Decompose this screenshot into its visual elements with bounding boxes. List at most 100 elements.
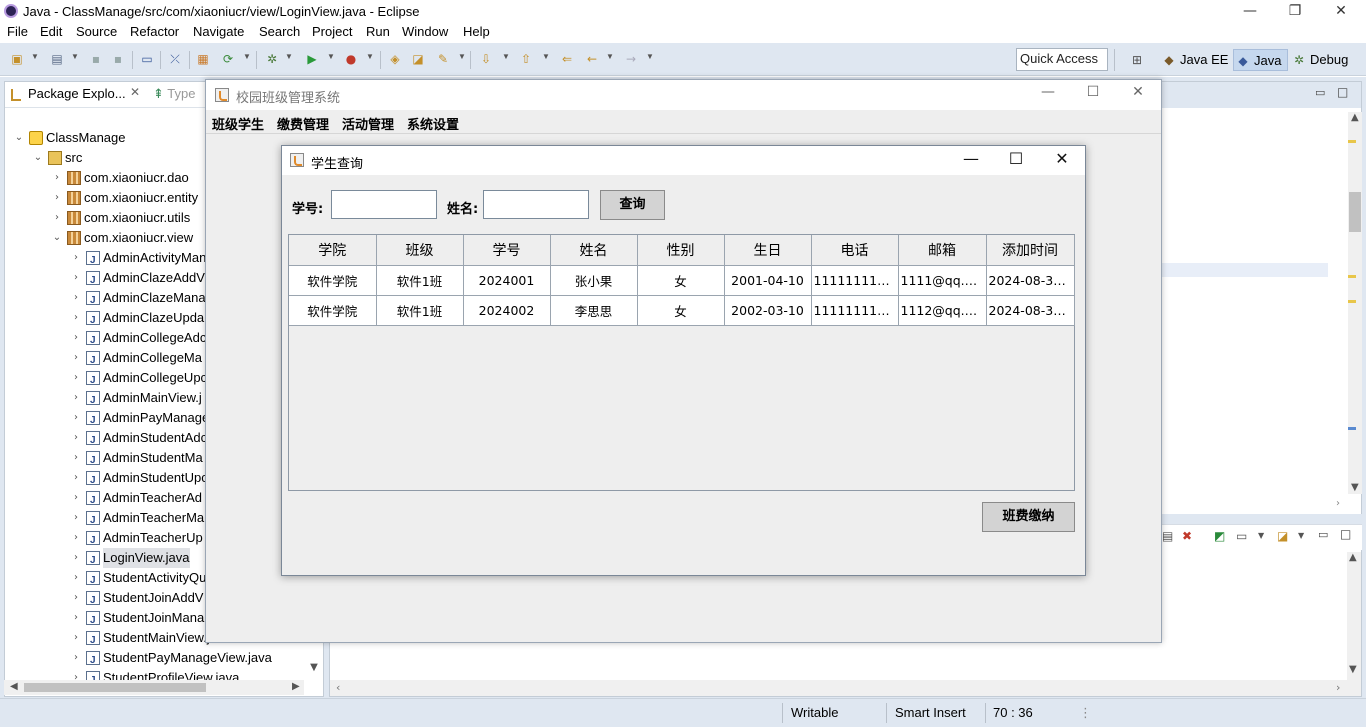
minimize-view-icon[interactable]: ▭	[1315, 86, 1325, 99]
prev-annotation-icon[interactable]: ⇧	[519, 52, 533, 66]
tab-type-hierarchy[interactable]: ⇞ Type	[153, 86, 195, 102]
expand-chevron-icon[interactable]: ›	[70, 368, 82, 388]
scroll-up-icon[interactable]: ▲	[1349, 552, 1357, 563]
scroll-right-icon[interactable]: ›	[1336, 498, 1340, 509]
expand-chevron-icon[interactable]: ›	[70, 388, 82, 408]
scroll-left-icon[interactable]: ◀	[10, 681, 18, 692]
maximize-view-icon[interactable]: □	[1337, 85, 1348, 99]
cell-student-no[interactable]: 2024002	[462, 294, 551, 326]
expand-chevron-icon[interactable]: ›	[70, 508, 82, 528]
scrollbar-thumb[interactable]	[1349, 192, 1361, 232]
expand-chevron-icon[interactable]: ›	[51, 168, 63, 188]
skip-breakpoints-icon[interactable]: ⤫	[168, 52, 182, 66]
expand-chevron-icon[interactable]: ›	[70, 608, 82, 628]
minimize-icon[interactable]: —	[1227, 0, 1273, 24]
chevron-down-icon[interactable]: ▼	[1258, 531, 1264, 540]
cell-phone[interactable]: 11111111111	[810, 264, 899, 296]
menu-window[interactable]: Window	[402, 24, 448, 39]
back-icon[interactable]: ←	[585, 52, 599, 66]
display-console-icon[interactable]: ▭	[1236, 529, 1247, 543]
chevron-down-icon[interactable]: ▼	[327, 52, 335, 61]
column-header-student-no[interactable]: 学号	[462, 235, 551, 266]
expand-chevron-icon[interactable]: ›	[70, 248, 82, 268]
console-icon[interactable]: ▭	[140, 52, 154, 66]
expand-chevron-icon[interactable]: ›	[70, 288, 82, 308]
cell-birthday[interactable]: 2002-03-10	[723, 294, 812, 326]
menu-system-settings[interactable]: 系统设置	[407, 114, 459, 133]
menu-activity-management[interactable]: 活动管理	[342, 114, 394, 133]
cell-class[interactable]: 软件1班	[375, 264, 464, 296]
chevron-down-icon[interactable]: ▼	[646, 52, 654, 61]
save-icon[interactable]: ▪	[89, 52, 103, 66]
chevron-down-icon[interactable]: ▼	[285, 52, 293, 61]
expand-chevron-icon[interactable]: ›	[70, 348, 82, 368]
expand-chevron-icon[interactable]: ›	[70, 548, 82, 568]
chevron-down-icon[interactable]: ▼	[71, 52, 79, 61]
collapse-chevron-icon[interactable]: ⌄	[32, 148, 44, 168]
editor-vertical-scrollbar[interactable]	[1348, 112, 1362, 494]
expand-chevron-icon[interactable]: ›	[70, 408, 82, 428]
horizontal-scrollbar[interactable]: ◀ ▶	[4, 680, 304, 695]
close-icon[interactable]: ✕	[1116, 84, 1160, 106]
scrollbar-thumb[interactable]	[24, 683, 206, 692]
maximize-view-icon[interactable]: □	[1340, 527, 1351, 541]
cell-college[interactable]: 软件学院	[289, 294, 377, 326]
cell-name[interactable]: 张小果	[549, 264, 638, 296]
column-header-gender[interactable]: 性别	[636, 235, 725, 266]
menu-edit[interactable]: Edit	[40, 24, 62, 39]
new-dropdown-icon[interactable]: ▼	[31, 52, 39, 61]
cell-student-no[interactable]: 2024001	[462, 264, 551, 296]
expand-chevron-icon[interactable]: ›	[70, 648, 82, 668]
menu-source[interactable]: Source	[76, 24, 117, 39]
menu-navigate[interactable]: Navigate	[193, 24, 244, 39]
cell-class[interactable]: 软件1班	[375, 294, 464, 326]
cell-gender[interactable]: 女	[636, 294, 725, 326]
pen-icon[interactable]: ✎	[436, 52, 450, 66]
cell-birthday[interactable]: 2001-04-10	[723, 264, 812, 296]
column-header-college[interactable]: 学院	[289, 235, 377, 266]
close-icon[interactable]: ✕	[130, 85, 140, 99]
cell-email[interactable]: 1111@qq.com	[897, 264, 987, 296]
perspective-debug[interactable]: ✲ Debug	[1290, 49, 1348, 71]
close-icon[interactable]: ✕	[1318, 0, 1364, 24]
open-folder-icon[interactable]: ◪	[411, 52, 425, 66]
scroll-right-icon[interactable]: ›	[1336, 681, 1340, 694]
expand-chevron-icon[interactable]: ›	[51, 208, 63, 228]
expand-chevron-icon[interactable]: ›	[70, 308, 82, 328]
menu-file[interactable]: File	[7, 24, 28, 39]
open-console-icon[interactable]: ◩	[1214, 529, 1225, 543]
save-all-icon[interactable]: ▪	[111, 52, 125, 66]
expand-chevron-icon[interactable]: ›	[70, 468, 82, 488]
chevron-down-icon[interactable]: ▼	[606, 52, 614, 61]
new-window-icon[interactable]: ▤	[50, 52, 64, 66]
column-header-phone[interactable]: 电话	[810, 235, 899, 266]
restore-icon[interactable]: ❐	[1272, 0, 1318, 24]
menu-run[interactable]: Run	[366, 24, 390, 39]
student-no-input[interactable]	[331, 190, 437, 219]
chevron-down-icon[interactable]: ▼	[542, 52, 550, 61]
menu-refactor[interactable]: Refactor	[130, 24, 179, 39]
remove-launch-icon[interactable]: ✖	[1182, 529, 1192, 543]
expand-chevron-icon[interactable]: ›	[70, 628, 82, 648]
expand-chevron-icon[interactable]: ›	[70, 668, 82, 680]
cell-email[interactable]: 1112@qq.com	[897, 294, 987, 326]
cell-gender[interactable]: 女	[636, 264, 725, 296]
console-vertical-scrollbar[interactable]: ▲ ▼	[1347, 552, 1361, 680]
column-header-class[interactable]: 班级	[375, 235, 464, 266]
table-row[interactable]: 软件学院 软件1班 2024001 张小果女 2001-04-10 11111111111…	[289, 264, 1075, 296]
expand-chevron-icon[interactable]: ›	[70, 328, 82, 348]
cell-name[interactable]: 李思思	[549, 294, 638, 326]
column-header-email[interactable]: 邮箱	[897, 235, 987, 266]
maximize-icon[interactable]: ☐	[994, 149, 1038, 171]
chevron-down-icon[interactable]: ▼	[243, 52, 251, 61]
column-header-added-time[interactable]: 添加时间	[985, 235, 1075, 266]
open-perspective-icon[interactable]: ⊞	[1130, 53, 1144, 67]
expand-chevron-icon[interactable]: ›	[70, 268, 82, 288]
column-header-name[interactable]: 姓名	[549, 235, 638, 266]
menu-fee-management[interactable]: 缴费管理	[277, 114, 329, 133]
expand-chevron-icon[interactable]: ›	[70, 448, 82, 468]
expand-chevron-icon[interactable]: ›	[70, 488, 82, 508]
quick-access-input[interactable]: Quick Access	[1016, 48, 1108, 71]
chevron-down-icon[interactable]: ▼	[502, 52, 510, 61]
refresh-icon[interactable]: ⟳	[221, 52, 235, 66]
